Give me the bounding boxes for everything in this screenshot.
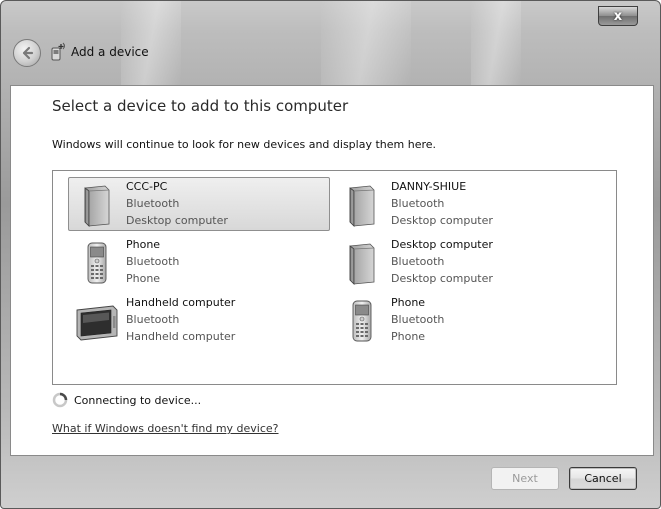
device-connection-type: Bluetooth (126, 197, 180, 210)
device-category: Desktop computer (391, 214, 493, 227)
device-connection-type: Bluetooth (391, 255, 445, 268)
content-panel: Select a device to add to this computer … (10, 85, 654, 456)
device-category: Handheld computer (126, 330, 236, 343)
help-link[interactable]: What if Windows doesn't find my device? (52, 422, 279, 435)
add-device-icon (51, 42, 65, 61)
page-heading: Select a device to add to this computer (52, 97, 349, 115)
desktop-computer-icon (84, 185, 110, 227)
device-connection-type: Bluetooth (126, 313, 180, 326)
title-bar: x Add a device (1, 1, 660, 85)
device-item-handheld-computer[interactable]: Handheld computer Bluetooth Handheld com… (68, 293, 330, 347)
close-button[interactable]: x (598, 6, 638, 26)
device-name: DANNY-SHIUE (391, 180, 467, 193)
status-text: Connecting to device... (74, 393, 202, 407)
glass-reflection (321, 1, 411, 85)
next-button[interactable]: Next (491, 467, 559, 490)
device-item-danny-shiue[interactable]: DANNY-SHIUE Bluetooth Desktop computer (333, 177, 595, 231)
device-name: Phone (391, 296, 426, 309)
back-arrow-icon (22, 46, 34, 60)
device-category: Desktop computer (126, 214, 228, 227)
glass-reflection (471, 1, 521, 85)
instruction-text: Windows will continue to look for new de… (52, 138, 437, 151)
footer-bar: Next Cancel (10, 456, 654, 502)
desktop-computer-icon (349, 185, 375, 227)
device-connection-type: Bluetooth (126, 255, 180, 268)
glass-reflection (121, 1, 181, 85)
desktop-computer-icon (349, 243, 375, 285)
device-item-ccc-pc[interactable]: CCC-PC Bluetooth Desktop computer (68, 177, 330, 231)
device-category: Phone (391, 330, 426, 343)
device-name: Phone (126, 238, 161, 251)
device-item-phone-2[interactable]: Phone Bluetooth Phone (333, 293, 595, 347)
phone-icon (352, 300, 372, 342)
device-name: Desktop computer (391, 238, 493, 251)
handheld-computer-icon (76, 305, 118, 341)
connection-status: Connecting to device... (52, 391, 201, 409)
device-name: Handheld computer (126, 296, 236, 309)
device-connection-type: Bluetooth (391, 197, 445, 210)
add-device-window: x Add a device Select a device to add to… (0, 0, 661, 509)
cancel-button[interactable]: Cancel (569, 467, 637, 490)
device-item-phone[interactable]: Phone Bluetooth Phone (68, 235, 330, 289)
phone-icon (87, 242, 107, 284)
device-connection-type: Bluetooth (391, 313, 445, 326)
back-button[interactable] (13, 39, 41, 67)
close-icon: x (613, 8, 623, 24)
device-category: Phone (126, 272, 161, 285)
device-list[interactable]: CCC-PC Bluetooth Desktop computer DANNY-… (52, 170, 617, 385)
device-item-desktop-computer[interactable]: Desktop computer Bluetooth Desktop compu… (333, 235, 595, 289)
window-title: Add a device (71, 45, 149, 59)
spinner-icon (52, 392, 68, 408)
device-name: CCC-PC (126, 180, 168, 193)
device-category: Desktop computer (391, 272, 493, 285)
